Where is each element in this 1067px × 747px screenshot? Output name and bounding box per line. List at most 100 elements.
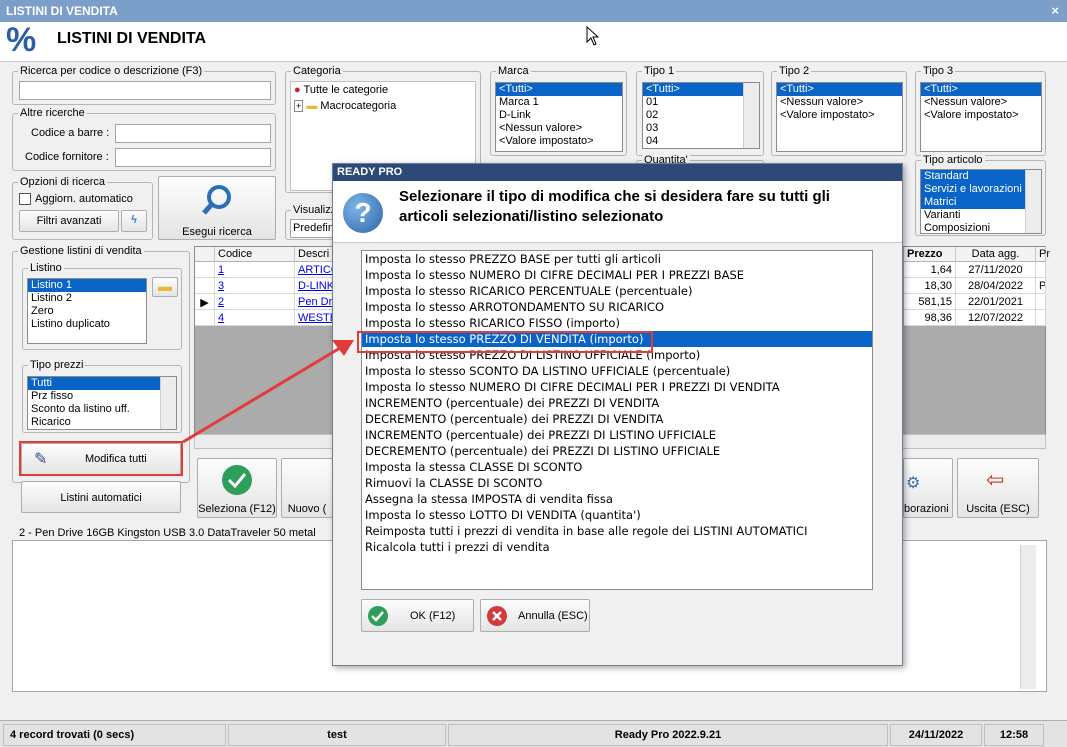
price-type-list-item[interactable]: Sconto da listino uff. [28,403,176,416]
grid-row-indicator[interactable]: ▶ [195,294,215,310]
modify-options-list[interactable]: Imposta lo stesso PREZZO BASE per tutti … [361,250,873,590]
grid-cell-desc[interactable]: D-LINK [295,278,335,294]
grid-cell-pr[interactable]: Pr [1036,278,1046,294]
grid-cell-date[interactable]: 27/11/2020 [956,262,1036,278]
select-button[interactable]: Seleziona (F12) [197,458,277,518]
brand-list-item[interactable]: <Tutti> [496,83,622,96]
modify-option[interactable]: Imposta lo stesso NUMERO DI CIFRE DECIMA… [362,267,872,283]
view-select[interactable]: Predefin [290,219,334,238]
type1-scrollbar[interactable] [743,83,759,148]
modify-option[interactable]: Imposta lo stesso ARROTONDAMENTO SU RICA… [362,299,872,315]
brand-list[interactable]: <Tutti> Marca 1 D-Link <Nessun valore> <Valo… [495,82,623,152]
type1-list-item[interactable]: 03 [643,122,759,135]
modify-option[interactable]: Reimposta tutti i prezzi di vendita in b… [362,523,872,539]
grid-header-price[interactable]: Prezzo [904,247,956,262]
grid-cell-code[interactable]: 4 [215,310,295,326]
grid-cell-desc[interactable]: Pen Dri [295,294,335,310]
grid-cell-date[interactable]: 22/01/2021 [956,294,1036,310]
detail-scrollbar[interactable] [1020,545,1036,689]
article-type-list-item[interactable]: Standard [921,170,1041,183]
price-type-list[interactable]: Tutti Prz fisso Sconto da listino uff. Rica… [27,376,177,430]
grid-cell-date[interactable]: 28/04/2022 [956,278,1036,294]
type1-list-item[interactable]: 04 [643,135,759,148]
price-list-list[interactable]: Listino 1 Listino 2 Zero Listino duplicato [27,278,147,344]
grid-header-date[interactable]: Data agg. [956,247,1036,262]
modify-option[interactable]: Imposta lo stesso RICARICO PERCENTUALE (… [362,283,872,299]
auto-price-lists-button[interactable]: Listini automatici [21,481,181,513]
grid-cell-price[interactable]: 18,30 [904,278,956,294]
modify-option[interactable]: DECREMENTO (percentuale) dei PREZZI DI L… [362,443,872,459]
type1-list-item[interactable]: <Tutti> [643,83,759,96]
article-type-list[interactable]: Standard Servizi e lavorazioni Matrici Vari… [920,169,1042,234]
advanced-filters-button[interactable]: Filtri avanzati [19,210,119,232]
grid-cell-code[interactable]: 3 [215,278,295,294]
modify-option[interactable]: Imposta lo stesso RICARICO FISSO (import… [362,315,872,331]
supplier-code-input[interactable] [115,148,271,167]
grid-cell-price[interactable]: 581,15 [904,294,956,310]
article-type-list-item[interactable]: Servizi e lavorazioni [921,183,1041,196]
type2-list-item[interactable]: <Nessun valore> [777,96,902,109]
modify-option[interactable]: Imposta lo stesso PREZZO BASE per tutti … [362,251,872,267]
grid-header-desc[interactable]: Descri [295,247,335,262]
grid-cell-pr[interactable] [1036,262,1046,278]
price-list-item[interactable]: Listino 2 [28,292,146,305]
price-list-item[interactable]: Listino duplicato [28,318,146,331]
price-type-list-item[interactable]: Ricarico [28,416,176,429]
modify-option[interactable]: Imposta lo stesso SCONTO DA LISTINO UFFI… [362,363,872,379]
modify-option[interactable]: Rimuovi la CLASSE DI SCONTO [362,475,872,491]
price-type-scrollbar[interactable] [160,377,176,429]
modify-option[interactable]: Ricalcola tutti i prezzi di vendita [362,539,872,555]
modify-option[interactable]: Imposta lo stesso LOTTO DI VENDITA (quan… [362,507,872,523]
grid-cell-desc[interactable]: ARTICO [295,262,335,278]
close-icon[interactable]: × [1051,3,1059,18]
type3-list-item[interactable]: <Tutti> [921,83,1041,96]
expand-icon[interactable]: + [294,100,304,112]
modify-option[interactable]: Imposta la stessa CLASSE DI SCONTO [362,459,872,475]
auto-update-checkbox[interactable] [19,193,31,205]
search-input[interactable] [19,81,271,100]
article-type-list-item[interactable]: Varianti [921,209,1041,222]
grid-header-code[interactable]: Codice [215,247,295,262]
grid-row-indicator[interactable] [195,262,215,278]
lightning-icon[interactable]: ϟ [121,210,147,232]
grid-row-indicator[interactable] [195,278,215,294]
category-all[interactable]: ● Tutte le categorie [291,82,475,98]
ok-button[interactable]: OK (F12) [361,599,474,632]
grid-cell-pr[interactable] [1036,294,1046,310]
barcode-input[interactable] [115,124,271,143]
modify-option[interactable]: DECREMENTO (percentuale) dei PREZZI DI V… [362,411,872,427]
cancel-button[interactable]: Annulla (ESC) [480,599,590,632]
modify-option[interactable]: Assegna la stessa IMPOSTA di vendita fis… [362,491,872,507]
grid-header-pr[interactable]: Pr [1036,247,1050,262]
brand-list-item[interactable]: <Nessun valore> [496,122,622,135]
article-type-list-item[interactable]: Matrici [921,196,1041,209]
price-type-list-item[interactable]: Tutti [28,377,176,390]
grid-row-indicator[interactable] [195,310,215,326]
article-type-list-item[interactable]: Composizioni [921,222,1041,233]
modify-option[interactable]: INCREMENTO (percentuale) dei PREZZI DI L… [362,427,872,443]
modify-option[interactable]: Imposta lo stesso NUMERO DI CIFRE DECIMA… [362,379,872,395]
type2-list-item[interactable]: <Tutti> [777,83,902,96]
type2-list[interactable]: <Tutti> <Nessun valore> <Valore impostato> [776,82,903,152]
article-type-scrollbar[interactable] [1025,170,1041,233]
folder-open-icon[interactable]: ▬ [152,277,178,297]
grid-cell-pr[interactable] [1036,310,1046,326]
grid-cell-price[interactable]: 1,64 [904,262,956,278]
new-button[interactable]: Nuovo ( [281,458,333,518]
type3-list-item[interactable]: <Valore impostato> [921,109,1041,122]
type3-list-item[interactable]: <Nessun valore> [921,96,1041,109]
grid-cell-desc[interactable]: WESTE [295,310,335,326]
type3-list[interactable]: <Tutti> <Nessun valore> <Valore impostato> [920,82,1042,152]
type1-list-item[interactable]: 01 [643,96,759,109]
exit-button[interactable]: ⇦ Uscita (ESC) [957,458,1039,518]
brand-list-item[interactable]: D-Link [496,109,622,122]
price-type-list-item[interactable]: Prz fisso [28,390,176,403]
brand-list-item[interactable]: <Valore impostato> [496,135,622,148]
processing-button[interactable]: ⚙ borazioni [903,458,953,518]
run-search-button[interactable]: Esegui ricerca [158,176,276,240]
grid-cell-code[interactable]: 1 [215,262,295,278]
modify-option[interactable]: INCREMENTO (percentuale) dei PREZZI DI V… [362,395,872,411]
grid-cell-code[interactable]: 2 [215,294,295,310]
price-list-item[interactable]: Listino 1 [28,279,146,292]
price-list-item[interactable]: Zero [28,305,146,318]
